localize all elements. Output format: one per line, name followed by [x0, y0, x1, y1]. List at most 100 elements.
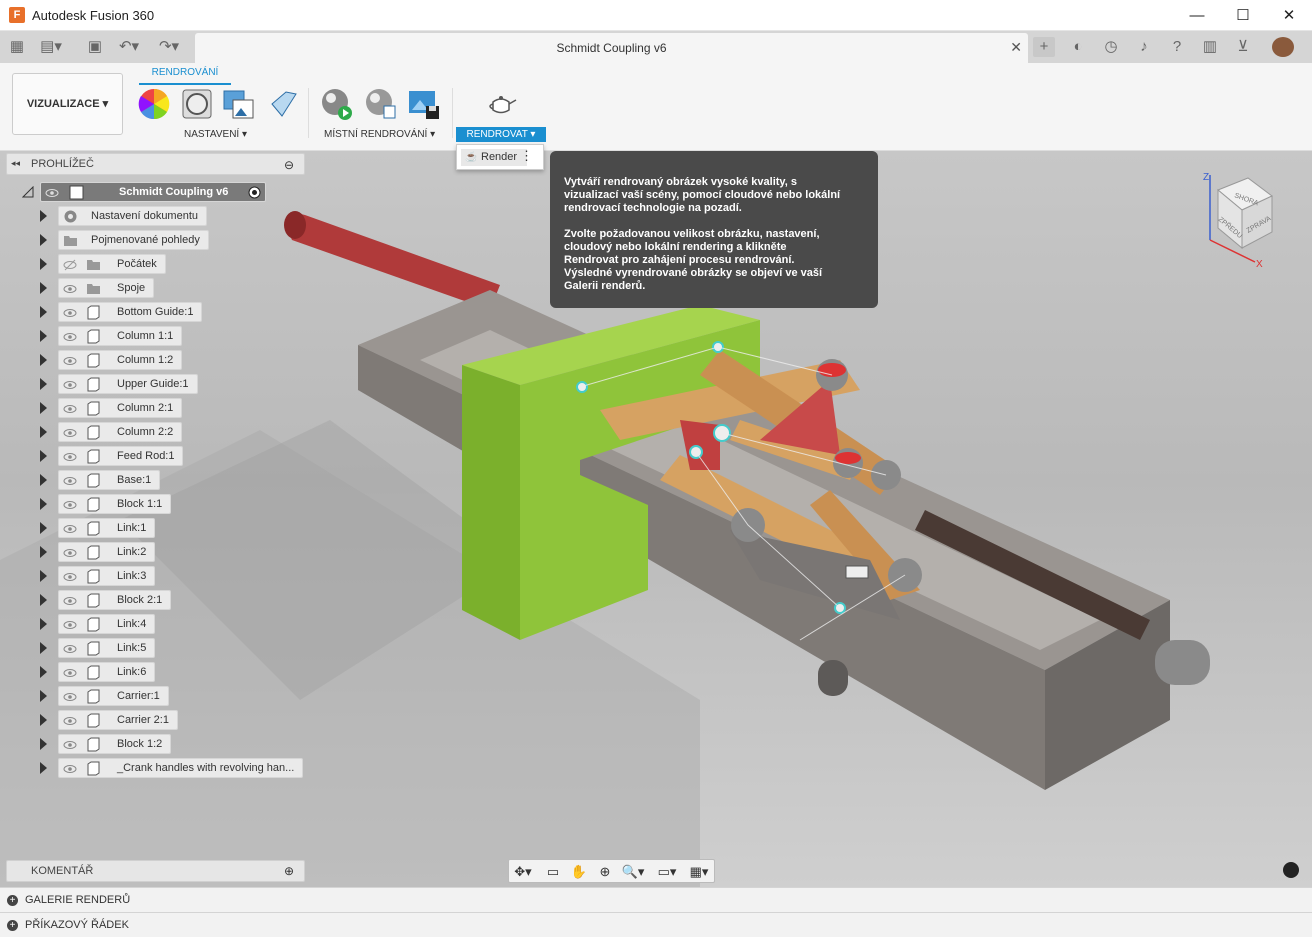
render-teapot-icon[interactable]: [485, 88, 517, 120]
expand-triangle-icon[interactable]: [40, 498, 47, 510]
expand-triangle-icon[interactable]: [40, 714, 47, 726]
scene-settings-icon[interactable]: [223, 88, 255, 120]
visibility-eye-icon[interactable]: [63, 762, 77, 776]
tree-node[interactable]: Link:4: [58, 614, 156, 634]
render-menu-item[interactable]: ☕ Render: [461, 149, 527, 166]
collapse-panel-icon[interactable]: ◂◂: [11, 158, 20, 169]
tree-node[interactable]: Carrier 2:1: [58, 710, 178, 730]
expand-triangle-icon[interactable]: [40, 546, 47, 558]
tree-node[interactable]: Upper Guide:1: [58, 374, 198, 394]
visibility-eye-icon[interactable]: [63, 618, 77, 632]
visibility-eye-icon[interactable]: [63, 330, 77, 344]
visibility-eye-icon[interactable]: [63, 498, 77, 512]
hidden-eye-icon[interactable]: [63, 258, 77, 272]
render-canvas-icon[interactable]: [364, 88, 396, 120]
expand-triangle-icon[interactable]: [40, 450, 47, 462]
file-menu-icon[interactable]: ▤▾: [40, 37, 62, 57]
capture-image-icon[interactable]: [408, 88, 440, 120]
expand-triangle-icon[interactable]: [40, 690, 47, 702]
zoom-icon[interactable]: 🔍▾: [621, 863, 645, 880]
command-line-panel[interactable]: + PŘÍKAZOVÝ ŘÁDEK: [0, 912, 1312, 937]
navigation-corner-icon[interactable]: [1283, 862, 1299, 878]
expand-triangle-icon[interactable]: [40, 210, 47, 222]
zoom-window-icon[interactable]: ⊕: [593, 863, 617, 880]
expand-triangle-icon[interactable]: [40, 426, 47, 438]
visibility-eye-icon[interactable]: [63, 738, 77, 752]
render-gallery-panel[interactable]: + GALERIE RENDERŮ: [0, 887, 1312, 912]
tree-node[interactable]: Nastavení dokumentu: [58, 206, 208, 226]
local-render-sphere-icon[interactable]: [320, 88, 352, 120]
appearance-icon[interactable]: [138, 88, 170, 120]
expand-triangle-icon[interactable]: [40, 642, 47, 654]
learning-icon[interactable]: ▥: [1199, 37, 1221, 57]
look-at-icon[interactable]: ▭: [541, 863, 565, 880]
expanded-triangle-icon[interactable]: [22, 186, 34, 198]
expand-triangle-icon[interactable]: [40, 258, 47, 270]
visibility-eye-icon[interactable]: [63, 714, 77, 728]
store-cart-icon[interactable]: ⊻: [1232, 37, 1254, 57]
expand-triangle-icon[interactable]: [40, 762, 47, 774]
undo-icon[interactable]: ↶▾: [118, 37, 140, 57]
visibility-eye-icon[interactable]: [63, 690, 77, 704]
display-settings-icon[interactable]: ▭▾: [655, 863, 679, 880]
expand-triangle-icon[interactable]: [40, 594, 47, 606]
tree-node[interactable]: Spoje: [58, 278, 155, 298]
settings-group-label[interactable]: NASTAVENÍ ▾: [184, 129, 247, 140]
expand-triangle-icon[interactable]: [40, 618, 47, 630]
tree-node[interactable]: Column 2:2: [58, 422, 183, 442]
close-window-button[interactable]: ✕: [1266, 0, 1312, 31]
tab-rendering[interactable]: RENDROVÁNÍ: [139, 67, 231, 85]
tree-node[interactable]: Link:6: [58, 662, 156, 682]
pan-icon[interactable]: ✋: [567, 863, 591, 880]
visibility-eye-icon[interactable]: [63, 450, 77, 464]
tree-node[interactable]: Počátek: [58, 254, 166, 274]
maximize-button[interactable]: ☐: [1220, 0, 1266, 31]
visibility-eye-icon[interactable]: [63, 474, 77, 488]
orbit-icon[interactable]: ✥▾: [511, 863, 535, 880]
minimize-button[interactable]: —: [1174, 0, 1220, 31]
expand-triangle-icon[interactable]: [40, 474, 47, 486]
tree-node[interactable]: Link:1: [58, 518, 156, 538]
visibility-eye-icon[interactable]: [63, 546, 77, 560]
expand-command-line-icon[interactable]: +: [7, 920, 18, 931]
view-cube[interactable]: SHORA ZPŘEDU ZPRAVA Z X: [1200, 170, 1275, 270]
expand-triangle-icon[interactable]: [40, 570, 47, 582]
grid-settings-icon[interactable]: ▦▾: [687, 863, 711, 880]
add-comment-icon[interactable]: ⊕: [284, 864, 294, 878]
visibility-eye-icon[interactable]: [63, 282, 77, 296]
user-avatar[interactable]: [1272, 37, 1294, 57]
tree-node[interactable]: Base:1: [58, 470, 161, 490]
visibility-eye-icon[interactable]: [63, 306, 77, 320]
expand-triangle-icon[interactable]: [40, 330, 47, 342]
visibility-eye-icon[interactable]: [63, 522, 77, 536]
physical-material-icon[interactable]: [181, 88, 213, 120]
visibility-eye-icon[interactable]: [63, 594, 77, 608]
expand-gallery-icon[interactable]: +: [7, 895, 18, 906]
workspace-switcher[interactable]: VIZUALIZACE ▾: [12, 73, 123, 135]
expand-triangle-icon[interactable]: [40, 522, 47, 534]
tree-node[interactable]: Feed Rod:1: [58, 446, 184, 466]
tree-node[interactable]: Column 1:1: [58, 326, 183, 346]
visibility-eye-icon[interactable]: [63, 570, 77, 584]
more-options-icon[interactable]: ⋮: [520, 148, 533, 164]
decal-icon[interactable]: [268, 88, 300, 120]
notifications-icon[interactable]: ♪: [1133, 37, 1155, 57]
job-status-icon[interactable]: ◐: [1067, 37, 1089, 57]
save-icon[interactable]: ▣: [84, 37, 106, 57]
redo-icon[interactable]: ↷▾: [158, 37, 180, 57]
tree-node[interactable]: Column 2:1: [58, 398, 183, 418]
tree-node[interactable]: Carrier:1: [58, 686, 169, 706]
visibility-eye-icon[interactable]: [45, 186, 59, 200]
close-tab-icon[interactable]: ✕: [1010, 39, 1022, 56]
visibility-eye-icon[interactable]: [63, 378, 77, 392]
comments-panel-header[interactable]: KOMENTÁŘ ⊕: [6, 860, 305, 882]
history-icon[interactable]: ◷: [1100, 37, 1122, 57]
new-tab-icon[interactable]: +: [1033, 37, 1055, 57]
help-icon[interactable]: ?: [1166, 37, 1188, 57]
tree-node[interactable]: Block 1:2: [58, 734, 172, 754]
tree-node[interactable]: Link:3: [58, 566, 156, 586]
tree-node[interactable]: Link:2: [58, 542, 156, 562]
expand-triangle-icon[interactable]: [40, 738, 47, 750]
visibility-eye-icon[interactable]: [63, 354, 77, 368]
visibility-eye-icon[interactable]: [63, 426, 77, 440]
